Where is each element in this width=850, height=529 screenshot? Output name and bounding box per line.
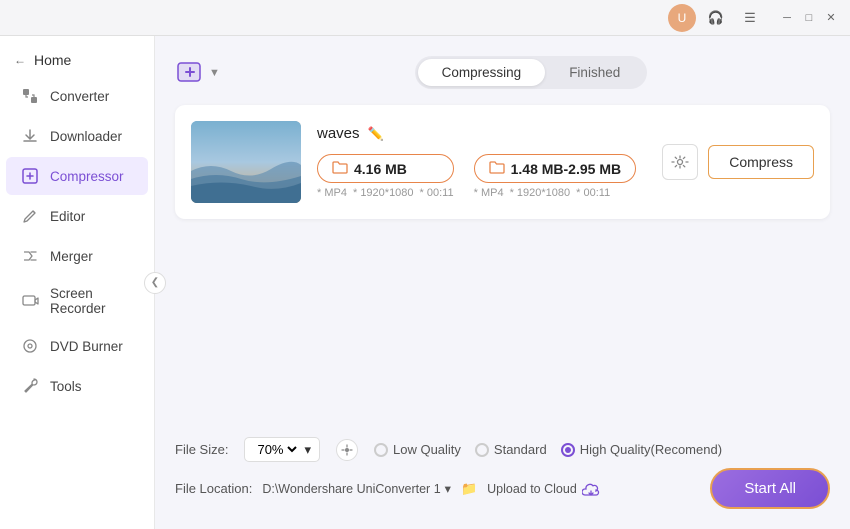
window-controls: ─ □ ✕ — [778, 9, 840, 27]
sidebar-collapse-button[interactable]: ❮ — [144, 272, 166, 294]
folder-icon — [332, 160, 348, 177]
compress-actions: Compress — [662, 144, 814, 180]
merger-label: Merger — [50, 249, 93, 264]
upload-cloud-button[interactable]: Upload to Cloud — [487, 481, 600, 497]
main-content: ▼ Compressing Finished — [155, 36, 850, 529]
compressed-folder-icon — [489, 160, 505, 177]
radio-standard-label: Standard — [494, 442, 547, 457]
maximize-button[interactable]: □ — [800, 9, 818, 27]
radio-standard-circle — [475, 443, 489, 457]
original-meta-format: MP4 — [317, 187, 347, 199]
file-thumbnail — [191, 121, 301, 203]
tools-icon — [20, 376, 40, 396]
minimize-button[interactable]: ─ — [778, 9, 796, 27]
resolution-settings-button[interactable] — [336, 439, 358, 461]
radio-low-quality[interactable]: Low Quality — [374, 442, 461, 457]
compressor-label: Compressor — [50, 169, 124, 184]
add-file-button[interactable]: ▼ — [175, 58, 220, 88]
converter-icon — [20, 86, 40, 106]
file-name-row: waves ✏️ — [317, 125, 646, 142]
screen-recorder-icon — [20, 291, 40, 311]
thumbnail-svg — [191, 121, 301, 203]
tab-finished[interactable]: Finished — [545, 59, 644, 86]
file-sizes: 4.16 MB MP4 1920*1080 00:11 — [317, 154, 646, 199]
radio-standard[interactable]: Standard — [475, 442, 547, 457]
close-button[interactable]: ✕ — [822, 9, 840, 27]
headset-icon[interactable]: 🎧 — [702, 4, 730, 32]
quality-select[interactable]: 50% 60% 70% 80% 90% — [253, 441, 300, 458]
downloader-icon — [20, 126, 40, 146]
original-size-group: 4.16 MB MP4 1920*1080 00:11 — [317, 154, 454, 199]
title-bar: U 🎧 ☰ ─ □ ✕ — [0, 0, 850, 36]
compressor-icon — [20, 166, 40, 186]
compressed-size-text: 1.48 MB-2.95 MB — [511, 161, 621, 177]
sidebar-item-compressor[interactable]: Compressor — [6, 157, 148, 195]
location-folder-icon[interactable]: 📁 — [461, 481, 477, 497]
file-name: waves — [317, 125, 360, 142]
quality-select-wrap[interactable]: 50% 60% 70% 80% 90% ▾ — [244, 437, 320, 462]
file-location-path[interactable]: D:\Wondershare UniConverter 1 ▾ — [262, 481, 451, 496]
bottom-bar: File Size: 50% 60% 70% 80% 90% ▾ — [175, 421, 830, 509]
bottom-row2: File Location: D:\Wondershare UniConvert… — [175, 468, 830, 509]
dvd-burner-icon — [20, 336, 40, 356]
radio-low-label: Low Quality — [393, 442, 461, 457]
upload-cloud-label: Upload to Cloud — [487, 482, 577, 496]
location-dropdown-arrow: ▾ — [445, 481, 451, 496]
original-size-text: 4.16 MB — [354, 161, 407, 177]
radio-low-circle — [374, 443, 388, 457]
original-file-meta: MP4 1920*1080 00:11 — [317, 187, 454, 199]
compressed-file-meta: MP4 1920*1080 00:11 — [474, 187, 636, 199]
merger-icon — [20, 246, 40, 266]
sidebar-item-editor[interactable]: Editor — [6, 197, 148, 235]
user-avatar[interactable]: U — [668, 4, 696, 32]
radio-high-circle — [561, 443, 575, 457]
app-body: ← Home Converter Downloader — [0, 36, 850, 529]
file-location-label: File Location: — [175, 481, 252, 496]
settings-button[interactable] — [662, 144, 698, 180]
dvd-burner-label: DVD Burner — [50, 339, 123, 354]
menu-icon[interactable]: ☰ — [736, 4, 764, 32]
file-card: waves ✏️ 4.16 MB — [175, 105, 830, 219]
sidebar-item-screen-recorder[interactable]: Screen Recorder — [6, 277, 148, 325]
file-size-label: File Size: — [175, 442, 228, 457]
cloud-icon — [582, 481, 600, 497]
compressed-size-box: 1.48 MB-2.95 MB — [474, 154, 636, 183]
home-nav[interactable]: ← Home — [0, 44, 154, 76]
editor-label: Editor — [50, 209, 85, 224]
top-bar: ▼ Compressing Finished — [175, 56, 830, 89]
tools-label: Tools — [50, 379, 82, 394]
radio-high-quality[interactable]: High Quality(Recomend) — [561, 442, 722, 457]
home-label: Home — [34, 52, 71, 68]
compressed-meta-resolution: 1920*1080 — [510, 187, 571, 199]
sidebar-item-tools[interactable]: Tools — [6, 367, 148, 405]
compressed-size-group: 1.48 MB-2.95 MB MP4 1920*1080 00:11 — [474, 154, 636, 199]
location-path-text: D:\Wondershare UniConverter 1 — [262, 482, 440, 496]
select-arrow-icon: ▾ — [304, 442, 311, 458]
tab-group: Compressing Finished — [415, 56, 648, 89]
add-dropdown-arrow: ▼ — [209, 67, 220, 79]
compressed-meta-format: MP4 — [474, 187, 504, 199]
start-all-button[interactable]: Start All — [710, 468, 830, 509]
back-arrow-icon: ← — [14, 53, 26, 67]
original-size-box: 4.16 MB — [317, 154, 454, 183]
compress-button[interactable]: Compress — [708, 145, 814, 179]
file-info: waves ✏️ 4.16 MB — [317, 125, 646, 199]
sidebar-item-dvd-burner[interactable]: DVD Burner — [6, 327, 148, 365]
compressed-meta-duration: 00:11 — [576, 187, 610, 199]
sidebar-item-converter[interactable]: Converter — [6, 77, 148, 115]
quality-radio-group: Low Quality Standard High Quality(Recome… — [374, 442, 722, 457]
radio-high-label: High Quality(Recomend) — [580, 442, 722, 457]
bottom-row1: File Size: 50% 60% 70% 80% 90% ▾ — [175, 437, 830, 462]
screen-recorder-label: Screen Recorder — [50, 286, 134, 316]
editor-icon — [20, 206, 40, 226]
converter-label: Converter — [50, 89, 109, 104]
downloader-label: Downloader — [50, 129, 122, 144]
sidebar-item-downloader[interactable]: Downloader — [6, 117, 148, 155]
sidebar: ← Home Converter Downloader — [0, 36, 155, 529]
edit-icon[interactable]: ✏️ — [368, 126, 384, 142]
tab-compressing[interactable]: Compressing — [418, 59, 546, 86]
sidebar-item-merger[interactable]: Merger — [6, 237, 148, 275]
original-meta-duration: 00:11 — [420, 187, 454, 199]
original-meta-resolution: 1920*1080 — [353, 187, 414, 199]
